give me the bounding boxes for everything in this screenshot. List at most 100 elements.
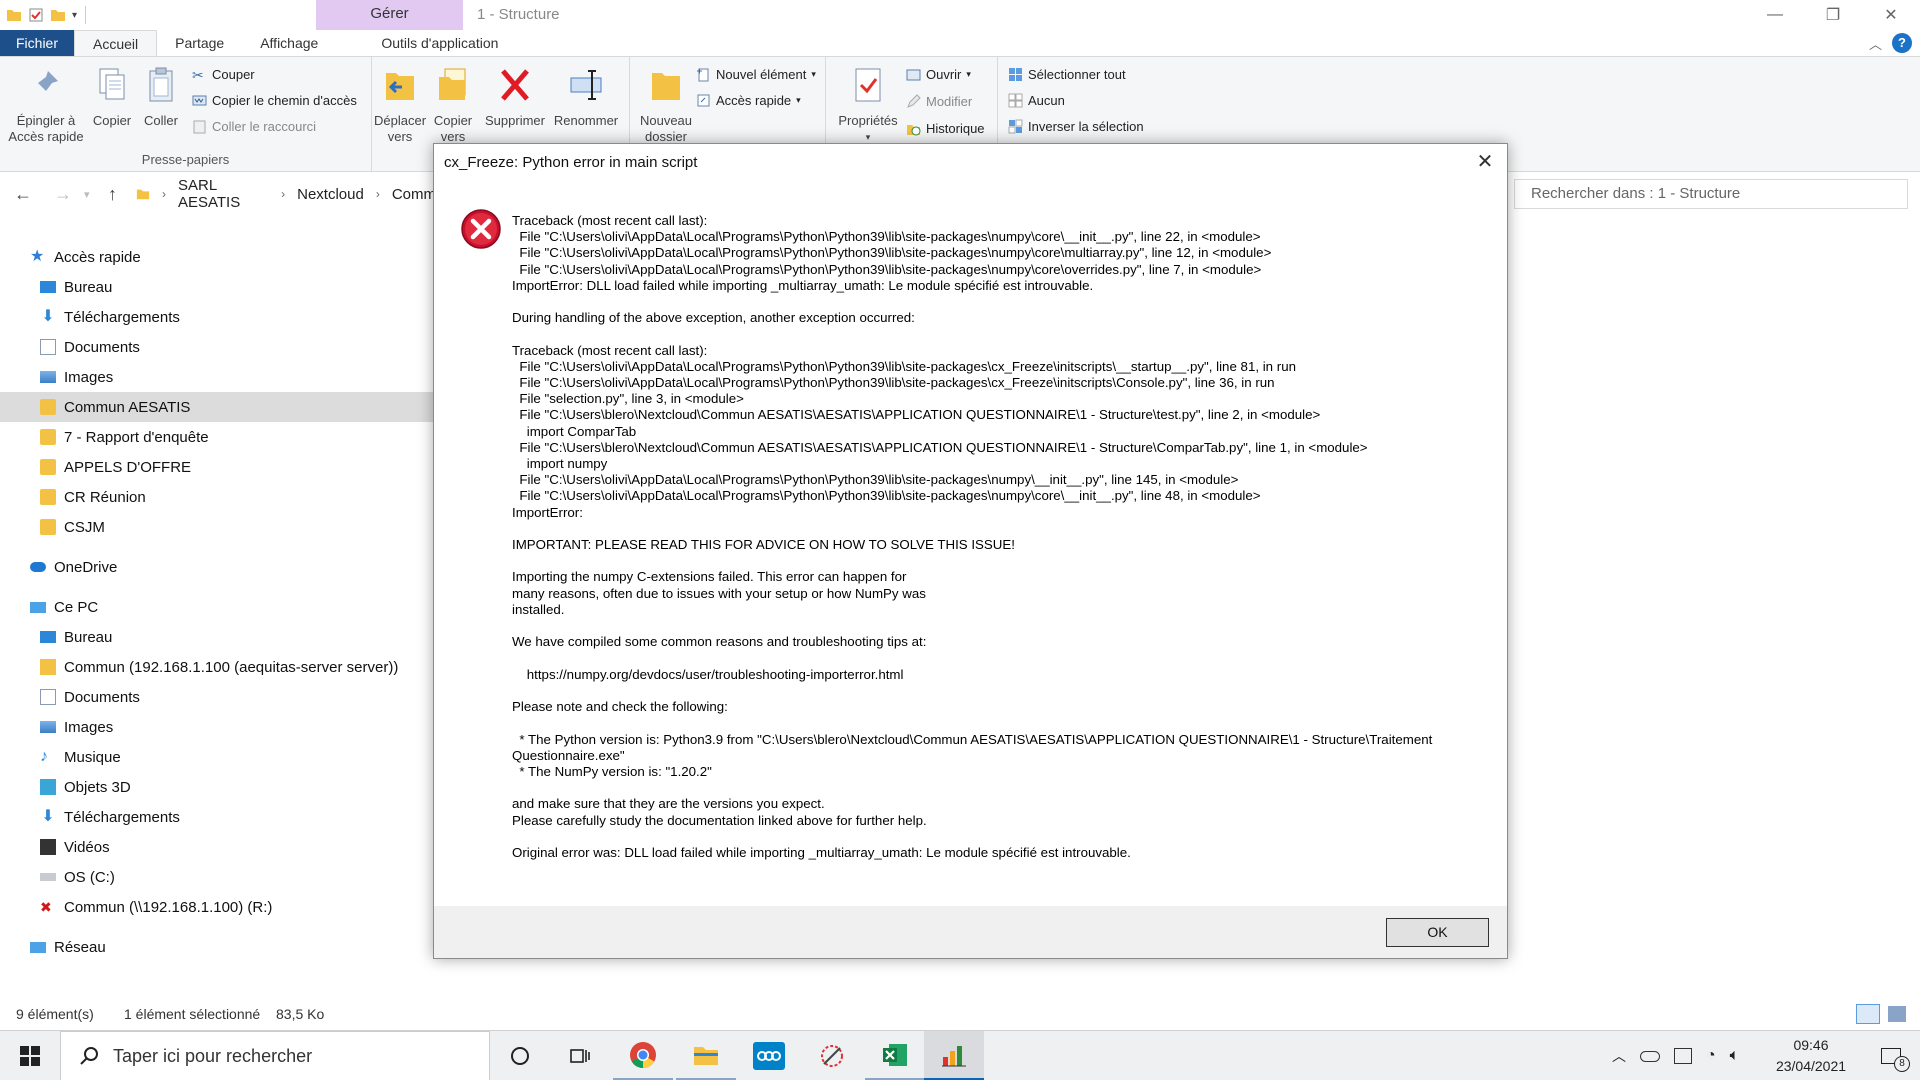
breadcrumb-item[interactable]: Nextcloud bbox=[297, 186, 364, 203]
breadcrumb-item[interactable]: Comm bbox=[392, 186, 436, 203]
close-icon[interactable]: ✕ bbox=[1862, 0, 1920, 30]
restore-icon[interactable]: ❐ bbox=[1804, 0, 1862, 30]
taskbar-python-app[interactable] bbox=[924, 1031, 984, 1080]
task-view-icon-button[interactable] bbox=[550, 1031, 610, 1080]
wifi-icon[interactable]: ◔ bbox=[1706, 1047, 1716, 1065]
nav-pc-item[interactable]: ⬇ Téléchargements bbox=[0, 802, 433, 832]
new-folder-icon[interactable] bbox=[50, 7, 66, 23]
invert-selection-button[interactable]: Inverser la sélection bbox=[1008, 119, 1144, 134]
task-view-button[interactable] bbox=[490, 1031, 550, 1080]
taskbar-search[interactable]: Taper ici pour rechercher bbox=[60, 1031, 490, 1080]
clock[interactable]: 09:46 23/04/2021 bbox=[1766, 1035, 1856, 1077]
nav-quick-access[interactable]: ★ Accès rapide bbox=[0, 242, 433, 272]
rename-button[interactable]: Renommer bbox=[550, 65, 622, 129]
pin-quick-access-button[interactable]: Épingler à Accès rapide bbox=[6, 65, 86, 145]
new-folder-button[interactable]: Nouveau dossier bbox=[636, 65, 696, 145]
properties-icon[interactable] bbox=[28, 7, 44, 23]
nav-qa-item[interactable]: 7 - Rapport d'enquête bbox=[0, 422, 433, 452]
paste-shortcut-label: Coller le raccourci bbox=[212, 119, 317, 134]
start-button[interactable] bbox=[0, 1031, 60, 1080]
nav-label: Bureau bbox=[64, 628, 113, 646]
tab-partage[interactable]: Partage bbox=[157, 30, 242, 56]
search-input[interactable]: Rechercher dans : 1 - Structure bbox=[1514, 179, 1908, 209]
volume-icon[interactable]: 🔈︎ bbox=[1730, 1047, 1740, 1065]
ok-button[interactable]: OK bbox=[1386, 918, 1489, 947]
large-icons-view-icon[interactable] bbox=[1888, 1006, 1906, 1022]
tab-fichier[interactable]: Fichier bbox=[0, 30, 75, 56]
nav-pc-item[interactable]: ✖ Commun (\\192.168.1.100) (R:) bbox=[0, 892, 433, 922]
tab-affichage[interactable]: Affichage bbox=[242, 30, 336, 56]
move-folder-icon bbox=[386, 73, 414, 100]
download-icon: ⬇ bbox=[41, 308, 55, 325]
paste-button[interactable]: Coller bbox=[138, 65, 184, 129]
cut-button[interactable]: ✂ Couper bbox=[192, 67, 255, 83]
move-to-button[interactable]: Déplacer vers bbox=[374, 65, 426, 145]
nav-qa-item[interactable]: CSJM bbox=[0, 512, 433, 542]
taskbar-snipping-tool[interactable] bbox=[802, 1031, 862, 1080]
nav-label: Commun (\\192.168.1.100) (R:) bbox=[64, 898, 273, 916]
taskbar-chrome[interactable] bbox=[613, 1031, 673, 1080]
quick-access-menu-button[interactable]: Accès rapide ▾ bbox=[696, 93, 801, 108]
nav-pc-item[interactable]: Commun (192.168.1.100 (aequitas-server s… bbox=[0, 652, 433, 682]
properties-button[interactable]: Propriétés ▾ bbox=[836, 65, 900, 145]
nav-pc-item[interactable]: Vidéos bbox=[0, 832, 433, 862]
selection-count: 1 élément sélectionné bbox=[124, 1006, 261, 1022]
history-button[interactable]: Historique bbox=[906, 121, 985, 136]
delete-button[interactable]: Supprimer bbox=[482, 65, 548, 129]
security-tray-icon[interactable] bbox=[1674, 1048, 1692, 1064]
nav-pc-item[interactable]: ♪ Musique bbox=[0, 742, 433, 772]
nav-onedrive[interactable]: OneDrive bbox=[0, 552, 433, 582]
tray-overflow-icon[interactable]: ︿ bbox=[1612, 1046, 1626, 1066]
copy-to-button[interactable]: Copier vers bbox=[428, 65, 478, 145]
collapse-ribbon-icon[interactable]: ︿ bbox=[1869, 34, 1882, 53]
nav-qa-item[interactable]: CR Réunion bbox=[0, 482, 433, 512]
taskbar-excel[interactable] bbox=[865, 1031, 925, 1080]
onedrive-tray-icon[interactable] bbox=[1640, 1050, 1660, 1062]
recent-dropdown-icon[interactable]: ▾ bbox=[84, 188, 90, 201]
qat-dropdown-icon[interactable]: ▾ bbox=[72, 10, 77, 21]
taskbar-file-explorer[interactable] bbox=[676, 1031, 736, 1080]
tab-accueil[interactable]: Accueil bbox=[74, 30, 158, 56]
edit-button[interactable]: Modifier bbox=[906, 94, 972, 109]
nav-pc-item[interactable]: Images bbox=[0, 712, 433, 742]
error-dialog: cx_Freeze: Python error in main script ✕… bbox=[433, 143, 1508, 959]
nav-label: Documents bbox=[64, 338, 140, 356]
nav-qa-item[interactable]: APPELS D'OFFRE bbox=[0, 452, 433, 482]
nav-qa-item[interactable]: ⬇ Téléchargements bbox=[0, 302, 433, 332]
notification-icon: 8 bbox=[1881, 1048, 1910, 1072]
nav-qa-item[interactable]: Documents bbox=[0, 332, 433, 362]
notification-center[interactable]: 8 bbox=[1862, 1031, 1920, 1080]
music-icon: ♪ bbox=[40, 748, 48, 765]
minimize-icon[interactable]: — bbox=[1746, 0, 1804, 30]
nav-network[interactable]: Réseau bbox=[0, 932, 433, 962]
quick-access-dropdown-icon: ▾ bbox=[796, 95, 801, 105]
select-none-button[interactable]: Aucun bbox=[1008, 93, 1065, 108]
nav-qa-item[interactable]: Bureau bbox=[0, 272, 433, 302]
up-arrow-icon[interactable]: ↑ bbox=[108, 184, 117, 205]
copy-button[interactable]: Copier bbox=[88, 65, 136, 129]
nav-this-pc[interactable]: Ce PC bbox=[0, 592, 433, 622]
address-bar[interactable]: › SARL AESATIS › Nextcloud › Comm bbox=[136, 177, 436, 211]
paste-shortcut-button[interactable]: Coller le raccourci bbox=[192, 119, 316, 134]
taskbar-nextcloud[interactable] bbox=[739, 1031, 799, 1080]
nav-pc-item[interactable]: Documents bbox=[0, 682, 433, 712]
nav-qa-item-selected[interactable]: Commun AESATIS bbox=[0, 392, 433, 422]
nav-pc-item[interactable]: Objets 3D bbox=[0, 772, 433, 802]
new-item-button[interactable]: Nouvel élément ▾ bbox=[696, 67, 816, 82]
help-icon[interactable]: ? bbox=[1892, 33, 1912, 53]
context-tab-gerer[interactable]: Gérer bbox=[316, 0, 463, 30]
properties-large-icon bbox=[855, 68, 881, 102]
back-arrow-icon[interactable]: ← bbox=[14, 184, 32, 205]
open-button[interactable]: Ouvrir ▾ bbox=[906, 67, 971, 82]
breadcrumb-item[interactable]: SARL AESATIS bbox=[178, 177, 269, 211]
select-all-button[interactable]: Sélectionner tout bbox=[1008, 67, 1126, 82]
copy-path-button[interactable]: Copier le chemin d'accès bbox=[192, 93, 357, 108]
nav-pc-item[interactable]: OS (C:) bbox=[0, 862, 433, 892]
tab-outils-application[interactable]: Outils d'application bbox=[363, 30, 516, 56]
details-view-icon[interactable] bbox=[1856, 1004, 1880, 1024]
nav-pc-item[interactable]: Bureau bbox=[0, 622, 433, 652]
copyto-label-line1: Copier bbox=[433, 113, 473, 128]
dialog-close-icon[interactable]: ✕ bbox=[1473, 150, 1497, 174]
nav-qa-item[interactable]: Images bbox=[0, 362, 433, 392]
forward-arrow-icon[interactable]: → bbox=[54, 184, 72, 205]
